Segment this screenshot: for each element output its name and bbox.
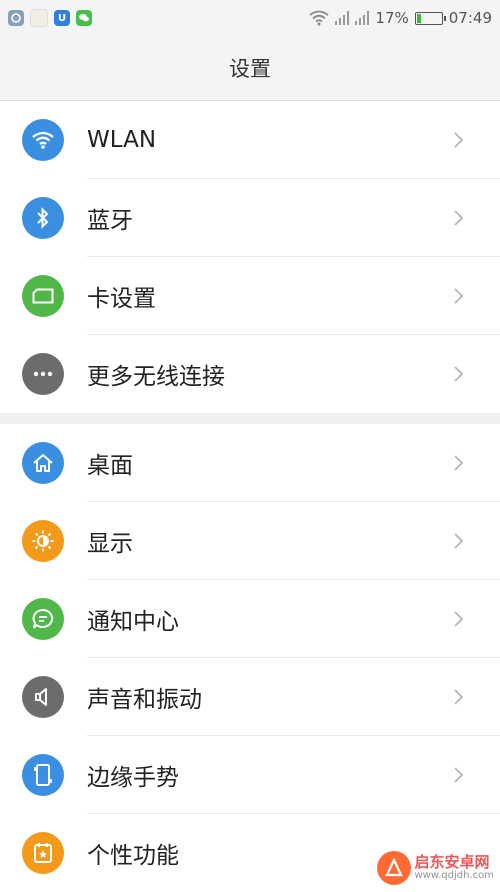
chevron-right-icon <box>448 364 468 384</box>
notification-area: U <box>8 9 92 27</box>
gallery-icon <box>30 9 48 27</box>
settings-row-wlan[interactable]: WLAN <box>0 101 500 179</box>
settings-row-label: 卡设置 <box>87 279 156 313</box>
chevron-right-icon <box>448 208 468 228</box>
chevron-right-icon <box>448 687 468 707</box>
settings-row-label: 桌面 <box>87 446 133 480</box>
chevron-right-icon <box>448 286 468 306</box>
settings-row-sound-vibration[interactable]: 声音和振动 <box>0 658 500 736</box>
brightness-icon <box>22 520 64 562</box>
settings-row-more-wireless[interactable]: 更多无线连接 <box>0 335 500 413</box>
clock: 07:49 <box>449 9 492 27</box>
site-watermark: 启东安卓网 www.qdjdh.com <box>377 851 495 885</box>
bluetooth-icon <box>22 197 64 239</box>
u-app-icon: U <box>54 10 70 26</box>
watermark-logo-icon <box>377 851 411 885</box>
message-icon <box>22 598 64 640</box>
sim-card-icon <box>22 275 64 317</box>
section-gap <box>0 413 500 424</box>
watermark-text: 启东安卓网 www.qdjdh.com <box>415 854 495 882</box>
speaker-icon <box>22 676 64 718</box>
bug-app-icon <box>8 10 24 26</box>
chevron-right-icon <box>448 765 468 785</box>
wifi-icon <box>22 119 64 161</box>
settings-row-label: 声音和振动 <box>87 680 202 714</box>
battery-percent: 17% <box>375 9 408 27</box>
watermark-url: www.qdjdh.com <box>415 870 495 882</box>
settings-row-sim-card[interactable]: 卡设置 <box>0 257 500 335</box>
settings-row-label: 蓝牙 <box>87 201 133 235</box>
page-title: 设置 <box>229 53 271 83</box>
cell-signal-2-icon <box>355 11 369 25</box>
chevron-right-icon <box>448 453 468 473</box>
wifi-signal-icon <box>309 10 329 26</box>
status-indicators: 17% 07:49 <box>309 9 492 27</box>
more-dots-icon <box>22 353 64 395</box>
settings-group-connectivity: WLAN 蓝牙 卡设置 更多无线连接 <box>0 101 500 413</box>
status-bar: U 17% 07:49 <box>0 0 500 36</box>
settings-row-label: 边缘手势 <box>87 758 179 792</box>
page-title-bar: 设置 <box>0 36 500 101</box>
settings-row-label: 通知中心 <box>87 602 179 636</box>
settings-row-bluetooth[interactable]: 蓝牙 <box>0 179 500 257</box>
settings-row-notification-center[interactable]: 通知中心 <box>0 580 500 658</box>
settings-row-label: 个性功能 <box>87 836 179 870</box>
home-icon <box>22 442 64 484</box>
settings-row-edge-gesture[interactable]: 边缘手势 <box>0 736 500 814</box>
watermark-name: 启东安卓网 <box>415 854 495 870</box>
chevron-right-icon <box>448 609 468 629</box>
battery-icon <box>415 12 443 25</box>
chevron-right-icon <box>448 130 468 150</box>
chevron-right-icon <box>448 531 468 551</box>
wechat-icon <box>76 10 92 26</box>
settings-row-label: WLAN <box>87 127 156 153</box>
settings-row-display[interactable]: 显示 <box>0 502 500 580</box>
settings-row-label: 更多无线连接 <box>87 357 225 391</box>
battery-level <box>417 14 421 23</box>
personal-feature-icon <box>22 832 64 874</box>
edge-gesture-icon <box>22 754 64 796</box>
settings-row-desktop[interactable]: 桌面 <box>0 424 500 502</box>
settings-group-personalization: 桌面 显示 通知中心 声音和振动 边缘手势 <box>0 424 500 892</box>
settings-row-label: 显示 <box>87 524 133 558</box>
cell-signal-icon <box>335 11 349 25</box>
